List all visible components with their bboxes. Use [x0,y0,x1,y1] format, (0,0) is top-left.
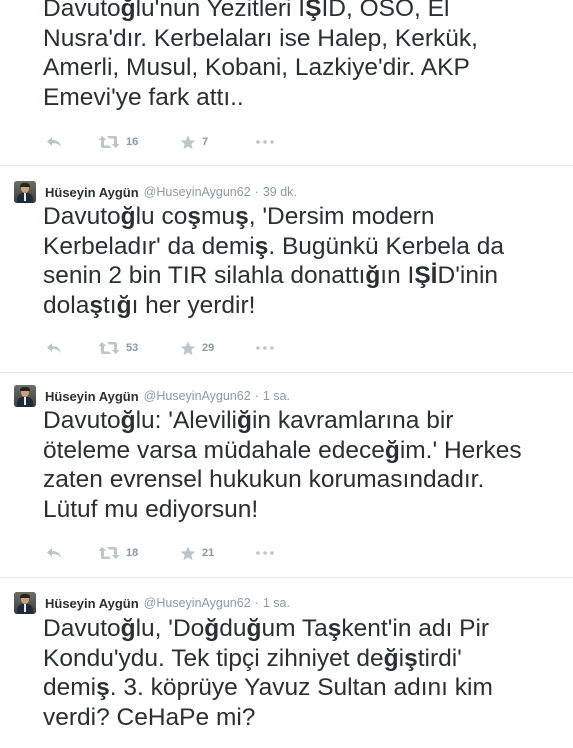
more-dots-icon [256,346,274,350]
tweet-text: Davutoğlu coşmuş, 'Dersim modern Kerbela… [43,203,504,319]
tweet-text: Davutoğlu'nun Yezitleri IŞID, OSO, El Nu… [43,0,478,111]
author-handle[interactable]: @HuseyinAygun62 [144,389,251,403]
retweet-icon [98,342,120,354]
timestamp[interactable]: 1 sa. [263,389,290,403]
favorite-button[interactable]: 21 [180,544,214,562]
tweet-divider [0,165,573,166]
reply-button[interactable] [46,544,62,562]
author-name[interactable]: Hüseyin Aygün [45,185,139,200]
favorite-star-icon [180,546,196,560]
author-handle[interactable]: @HuseyinAygun62 [144,185,251,199]
reply-icon [47,343,61,353]
more-button[interactable] [256,339,274,357]
author-name[interactable]: Hüseyin Aygün [45,596,139,611]
timestamp[interactable]: 39 dk. [263,185,297,199]
reply-icon [47,548,61,558]
timestamp[interactable]: 1 sa. [263,596,290,610]
favorite-star-icon [180,341,196,355]
reply-icon [47,137,61,147]
tweet-text: Davutoğlu: 'Aleviliğin kavramlarına bir … [43,407,522,523]
retweet-count: 53 [126,342,139,354]
tweet-header: Hüseyin Aygün @HuseyinAygun62 · 39 dk. [14,181,297,203]
tweet-header: Hüseyin Aygün @HuseyinAygun62 · 1 sa. [14,385,290,407]
more-button[interactable] [256,133,274,151]
retweet-button[interactable]: 18 [98,544,138,562]
reply-button[interactable] [46,133,62,151]
author-handle[interactable]: @HuseyinAygun62 [144,596,251,610]
avatar[interactable] [14,181,36,203]
retweet-icon [98,136,120,148]
favorite-count: 21 [202,547,215,559]
more-button[interactable] [256,544,274,562]
tweet-divider [0,577,573,578]
favorite-button[interactable]: 7 [180,133,208,151]
separator-dot: · [254,389,259,403]
retweet-icon [98,547,120,559]
favorite-count: 29 [202,342,215,354]
more-dots-icon [256,551,274,555]
reply-button[interactable] [46,339,62,357]
tweet-header: Hüseyin Aygün @HuseyinAygun62 · 1 sa. [14,592,290,614]
retweet-button[interactable]: 16 [98,133,138,151]
retweet-count: 16 [126,136,139,148]
avatar[interactable] [14,592,36,614]
separator-dot: · [254,185,259,199]
retweet-count: 18 [126,547,139,559]
favorite-star-icon [180,135,196,149]
separator-dot: · [254,596,259,610]
author-name[interactable]: Hüseyin Aygün [45,389,139,404]
tweet-text: Davutoğlu, 'Doğduğum Taşkent'in adı Pir … [43,615,493,731]
favorite-button[interactable]: 29 [180,339,214,357]
favorite-count: 7 [202,136,209,148]
avatar[interactable] [14,385,36,407]
retweet-button[interactable]: 53 [98,339,138,357]
tweet-divider [0,372,573,373]
more-dots-icon [256,140,274,144]
